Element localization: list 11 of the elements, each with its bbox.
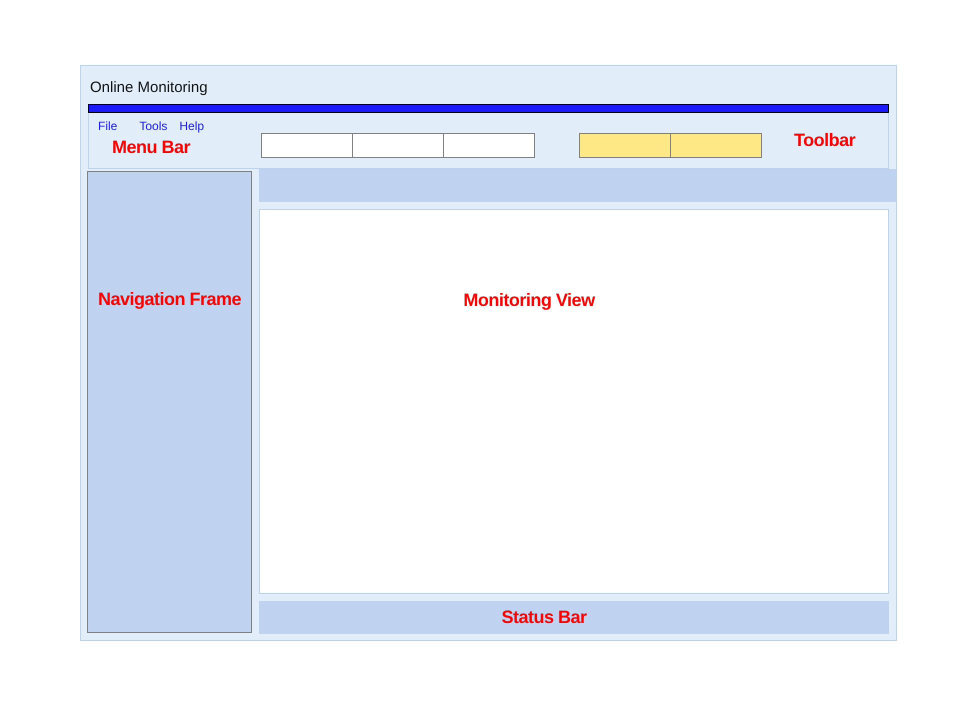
window-title: Online Monitoring — [90, 79, 209, 96]
status-bar-label: Status Bar — [501, 607, 587, 628]
navigation-frame-label: Navigation Frame — [98, 289, 242, 310]
menu-item[interactable]: File — [98, 119, 118, 133]
menu-item[interactable]: Help — [179, 119, 204, 133]
toolbar-button[interactable] — [580, 134, 670, 157]
monitoring-view-label: Monitoring View — [463, 290, 595, 310]
menu-bar-label: Menu Bar — [112, 137, 192, 158]
menu-item[interactable]: Tools — [139, 119, 168, 133]
toolbar-button[interactable] — [670, 134, 761, 157]
toolbar-label: Toolbar — [794, 130, 856, 151]
